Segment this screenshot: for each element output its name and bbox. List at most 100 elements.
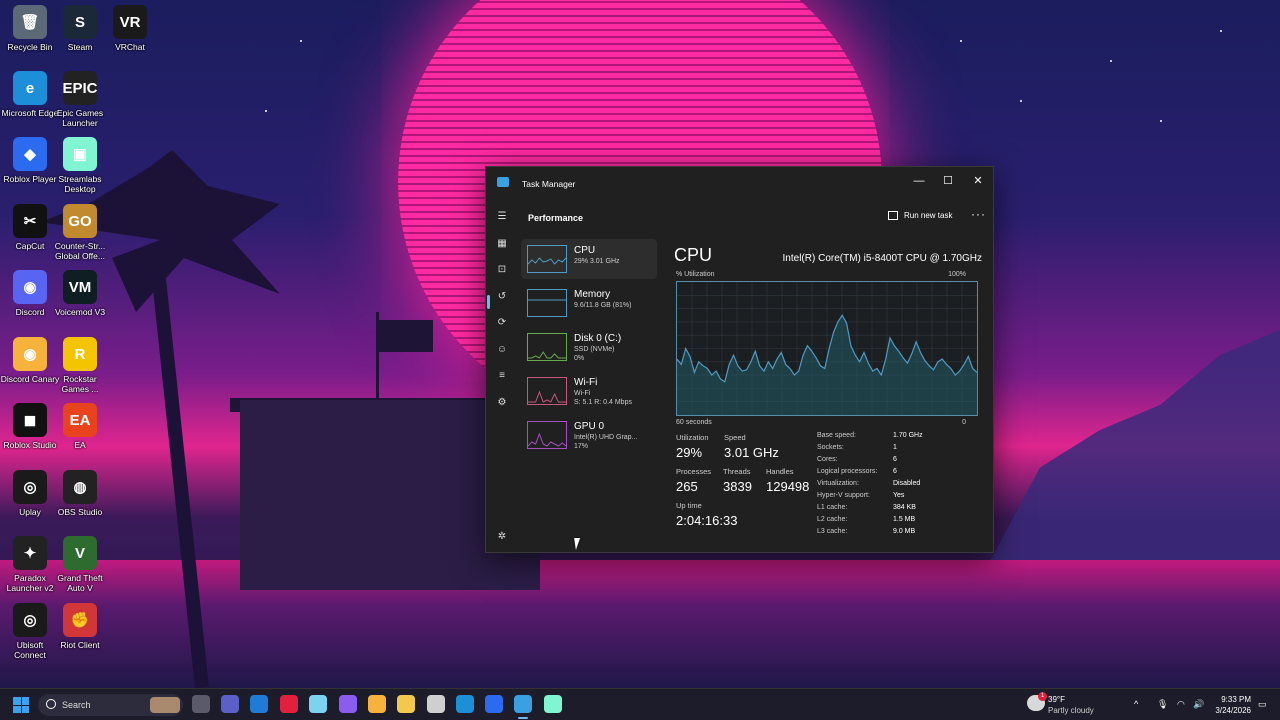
app-icon: ◉ bbox=[13, 270, 47, 304]
file-explorer-icon[interactable] bbox=[397, 695, 415, 713]
star bbox=[1160, 120, 1162, 122]
app-icon: EPIC bbox=[63, 71, 98, 105]
notification-icon[interactable]: ▭ bbox=[1258, 699, 1267, 710]
copilot-icon[interactable] bbox=[309, 695, 327, 713]
wallpaper-flag bbox=[379, 320, 433, 352]
desktop-icon-label: Streamlabs Desktop bbox=[58, 174, 102, 194]
perf-item-cpu[interactable]: CPU 29% 3.01 GHz bbox=[521, 239, 657, 279]
perf-item-memory[interactable]: Memory 9.6/11.8 GB (81%) bbox=[521, 283, 657, 323]
thumbnail-line bbox=[528, 257, 566, 265]
clock-time[interactable]: 9:33 PM bbox=[1215, 695, 1251, 704]
spec-label: Virtualization: bbox=[817, 480, 859, 487]
cpu-detail-pane: CPU Intel(R) Core(TM) i5-8400T CPU @ 1.7… bbox=[674, 245, 982, 545]
speed-label: Speed bbox=[724, 433, 746, 442]
perf-item-detail: Wi-Fi S: 5.1 R: 0.4 Mbps bbox=[574, 390, 632, 406]
desktop-icon-counter-str-global-offe[interactable]: GO Counter-Str... Global Offe... bbox=[50, 204, 110, 261]
desktop-icon-riot-client[interactable]: ✊ Riot Client bbox=[50, 603, 110, 650]
perf-item-disk-0-c[interactable]: Disk 0 (C:) SSD (NVMe) 0% bbox=[521, 327, 657, 367]
title-bar[interactable]: Task Manager — ☐ ✕ bbox=[486, 167, 993, 199]
cpu-utilization-graph bbox=[676, 281, 978, 416]
perf-item-detail: 9.6/11.8 GB (81%) bbox=[574, 302, 632, 309]
wifi-icon[interactable]: ◠ bbox=[1177, 699, 1185, 710]
desktop-icon-obs-studio[interactable]: ◍ OBS Studio bbox=[50, 470, 110, 517]
startup-apps-icon[interactable]: ⟳ bbox=[492, 313, 512, 333]
task-manager-icon[interactable] bbox=[514, 695, 532, 713]
search-highlight-image bbox=[150, 697, 180, 713]
star bbox=[1110, 60, 1112, 62]
perf-item-wi-fi[interactable]: Wi-Fi Wi-Fi S: 5.1 R: 0.4 Mbps bbox=[521, 371, 657, 411]
outlook-icon[interactable] bbox=[250, 695, 268, 713]
app-icon: ✊ bbox=[63, 603, 97, 637]
more-options-button[interactable]: ··· bbox=[971, 207, 986, 221]
spec-value: 384 KB bbox=[893, 504, 916, 511]
spec-label: L2 cache: bbox=[817, 516, 848, 523]
run-new-task-button[interactable]: Run new task bbox=[888, 211, 952, 220]
desktop-icon-label: Epic Games Launcher bbox=[56, 108, 104, 128]
task-view-icon[interactable] bbox=[192, 695, 210, 713]
services-icon[interactable]: ⚙ bbox=[492, 393, 512, 413]
time-span-label: 60 seconds bbox=[676, 419, 712, 426]
app-icon: ◼ bbox=[13, 403, 47, 437]
weather-temperature[interactable]: 39°F bbox=[1048, 695, 1065, 704]
app-icon: e bbox=[13, 71, 47, 105]
app-icon: ✂ bbox=[13, 204, 47, 238]
desktop-icon-rockstar-games[interactable]: R Rockstar Games ... bbox=[50, 337, 110, 394]
desktop-icon-label: Riot Client bbox=[60, 640, 100, 650]
utilization-label: Utilization bbox=[676, 433, 709, 442]
roblox-icon[interactable] bbox=[485, 695, 503, 713]
perf-item-detail: SSD (NVMe) 0% bbox=[574, 346, 615, 362]
app-icon: S bbox=[63, 5, 97, 39]
teams-icon[interactable] bbox=[221, 695, 239, 713]
clock-date[interactable]: 3/24/2026 bbox=[1205, 706, 1251, 715]
app-icon: ◆ bbox=[13, 137, 47, 171]
minimize-button[interactable]: — bbox=[904, 171, 934, 191]
desktop-icon-label: Grand Theft Auto V bbox=[57, 573, 103, 593]
processes-value: 265 bbox=[676, 479, 698, 494]
perf-item-gpu-0[interactable]: GPU 0 Intel(R) UHD Grap... 17% bbox=[521, 415, 657, 455]
desktop-icon-streamlabs-desktop[interactable]: ▣ Streamlabs Desktop bbox=[50, 137, 110, 194]
nav-active-indicator bbox=[487, 295, 490, 309]
chevron-up-icon[interactable]: ^ bbox=[1134, 699, 1138, 709]
utilization-max-label: 100% bbox=[948, 271, 966, 278]
messenger-icon[interactable] bbox=[339, 695, 357, 713]
app-icon: ✦ bbox=[13, 536, 47, 570]
volume-icon[interactable]: 🔊 bbox=[1193, 699, 1204, 710]
edge-icon[interactable] bbox=[456, 695, 474, 713]
utilization-value: 29% bbox=[676, 445, 703, 460]
streamlabs-icon[interactable] bbox=[544, 695, 562, 713]
app-icon: V bbox=[63, 536, 97, 570]
app-icon: ▣ bbox=[63, 137, 97, 171]
app-icon: ◍ bbox=[63, 470, 97, 504]
desktop-icon-label: OBS Studio bbox=[57, 507, 103, 517]
settings-icon[interactable] bbox=[427, 695, 445, 713]
run-new-task-label: Run new task bbox=[904, 211, 953, 220]
processes-icon[interactable]: ▦ bbox=[492, 234, 512, 254]
close-button[interactable]: ✕ bbox=[963, 171, 993, 191]
weather-badge: 1 bbox=[1038, 692, 1047, 701]
taskbar-search[interactable]: Search bbox=[38, 694, 183, 716]
opera-icon[interactable] bbox=[280, 695, 298, 713]
perf-item-detail: 29% 3.01 GHz bbox=[574, 258, 620, 265]
desktop-icon-vrchat[interactable]: VR VRChat bbox=[100, 5, 160, 52]
app-icon: ◎ bbox=[13, 603, 47, 637]
task-manager-window: Task Manager — ☐ ✕ ☰ ▦ ⊡ ↺ ⟳ ☺ ≡ ⚙ ✲ Per… bbox=[485, 166, 994, 553]
desktop-icon-grand-theft-auto-v[interactable]: V Grand Theft Auto V bbox=[50, 536, 110, 593]
hamburger-icon[interactable]: ☰ bbox=[492, 207, 512, 227]
details-icon[interactable]: ≡ bbox=[492, 366, 512, 386]
settings-icon[interactable]: ✲ bbox=[492, 527, 512, 547]
performance-icon[interactable]: ⊡ bbox=[492, 260, 512, 280]
start-button[interactable] bbox=[13, 697, 29, 713]
app-history-icon[interactable]: ↺ bbox=[492, 287, 512, 307]
desktop-icon-voicemod-v3[interactable]: VM Voicemod V3 bbox=[50, 270, 110, 317]
maximize-button[interactable]: ☐ bbox=[933, 171, 963, 191]
weather-condition[interactable]: Partly cloudy bbox=[1048, 706, 1094, 715]
perf-thumbnail-graph bbox=[527, 377, 567, 405]
users-icon[interactable]: ☺ bbox=[492, 340, 512, 360]
discord-canary-icon[interactable] bbox=[368, 695, 386, 713]
microphone-icon[interactable]: 🎙 bbox=[1157, 699, 1168, 710]
desktop-icon-epic-games-launcher[interactable]: EPIC Epic Games Launcher bbox=[50, 71, 110, 128]
desktop-icon-ea[interactable]: EA EA bbox=[50, 403, 110, 450]
speed-value: 3.01 GHz bbox=[724, 445, 779, 460]
uptime-label: Up time bbox=[676, 501, 702, 510]
desktop-icon-label: Voicemod V3 bbox=[54, 307, 106, 317]
